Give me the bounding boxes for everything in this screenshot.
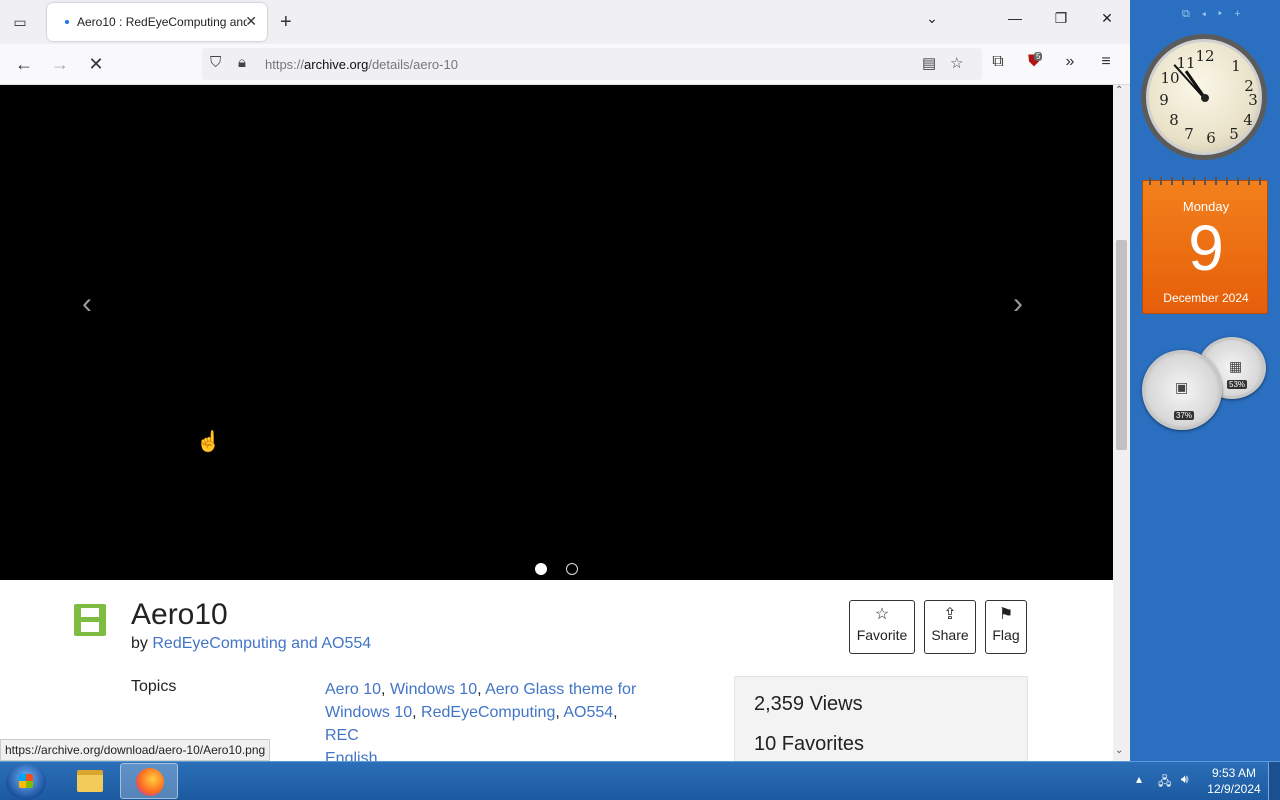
stop-button[interactable]: ✕ xyxy=(84,53,108,77)
author-link[interactable]: RedEyeComputing and AO554 xyxy=(152,635,371,652)
hamburger-menu-icon[interactable]: ≡ xyxy=(1094,53,1118,71)
topics-list: Aero 10, Windows 10, Aero Glass theme fo… xyxy=(325,678,655,761)
calendar-month: December 2024 xyxy=(1163,291,1249,305)
favorite-button[interactable]: ☆ Favorite xyxy=(849,600,915,654)
item-byline: by RedEyeComputing and AO554 xyxy=(131,635,371,653)
vertical-scrollbar[interactable]: ⌃ ⌄ xyxy=(1113,85,1130,761)
taskbar: ▴ 🖧︎ 🔊︎ 9:53 AM 12/9/2024 xyxy=(0,761,1280,800)
back-button[interactable]: ← xyxy=(12,53,36,77)
by-label: by xyxy=(131,635,148,652)
extensions-icon[interactable]: ⧉ xyxy=(986,53,1010,71)
taskbar-firefox[interactable] xyxy=(120,763,178,799)
list-all-tabs-icon[interactable]: ⌄ xyxy=(920,10,944,27)
reader-view-icon[interactable]: ▤ xyxy=(922,54,936,72)
extension-badge: 5 xyxy=(1034,52,1043,61)
flag-icon: ⚑ xyxy=(998,606,1014,623)
tray-date: 12/9/2024 xyxy=(1207,782,1261,796)
gadget-sidebar-controls[interactable]: ⧉◂▸+ xyxy=(1182,8,1253,21)
overflow-menu-icon[interactable]: » xyxy=(1058,53,1082,71)
calendar-date: 9 xyxy=(1188,212,1224,284)
scroll-up-icon[interactable]: ⌃ xyxy=(1115,85,1123,96)
browser-window: ▭ Aero10 : RedEyeComputing and AO554 ✕ +… xyxy=(0,0,1130,761)
tray-overflow-icon[interactable]: ▴ xyxy=(1136,772,1142,786)
scroll-thumb[interactable] xyxy=(1116,240,1127,450)
cpu-meter[interactable]: ▣ 37% xyxy=(1142,350,1222,430)
taskbar-explorer[interactable] xyxy=(60,763,118,799)
tray-time: 9:53 AM xyxy=(1211,766,1257,780)
scroll-down-icon[interactable]: ⌄ xyxy=(1115,745,1123,756)
star-icon: ☆ xyxy=(874,606,890,623)
software-icon xyxy=(74,604,106,636)
firefox-icon xyxy=(136,768,164,796)
hand-cursor-icon: ☝ xyxy=(196,431,221,453)
stats-panel: 2,359 Views 10 Favorites xyxy=(734,676,1028,761)
cpu-chip-icon: ▣ xyxy=(1175,379,1189,395)
memory-percent: 53% xyxy=(1227,380,1248,389)
status-link-preview: https://archive.org/download/aero-10/Aer… xyxy=(0,739,271,761)
topic-link[interactable]: AO554 xyxy=(563,704,613,721)
cpu-percent: 37% xyxy=(1174,411,1195,420)
carousel-dot-1[interactable] xyxy=(535,563,547,575)
loading-dot-icon xyxy=(65,20,69,24)
forward-button[interactable]: → xyxy=(48,53,72,77)
close-tab-icon[interactable]: ✕ xyxy=(245,13,257,30)
bookmark-star-icon[interactable]: ☆ xyxy=(950,54,963,72)
show-desktop-button[interactable] xyxy=(1268,762,1280,800)
topic-link[interactable]: RedEyeComputing xyxy=(421,704,555,721)
url-bar[interactable]: ⛉ 🔒︎ https://archive.org/details/aero-10… xyxy=(202,48,982,80)
item-title: Aero10 xyxy=(131,598,228,631)
carousel-dot-2[interactable] xyxy=(566,563,578,575)
tab-list-icon[interactable]: ▭ xyxy=(8,10,32,34)
flag-button[interactable]: ⚑ Flag xyxy=(985,600,1027,654)
memory-chip-icon: ▦ xyxy=(1229,358,1243,374)
share-button[interactable]: ⇪ Share xyxy=(924,600,976,654)
flag-label: Flag xyxy=(992,627,1020,643)
tray-clock[interactable]: 9:53 AM 12/9/2024 xyxy=(1204,765,1264,797)
tab-bar: ▭ Aero10 : RedEyeComputing and AO554 ✕ +… xyxy=(0,0,1130,44)
shield-icon[interactable]: ⛉ xyxy=(210,54,221,71)
views-count: 2,359 Views xyxy=(754,693,863,715)
close-window-button[interactable]: ✕ xyxy=(1095,10,1119,27)
share-icon: ⇪ xyxy=(943,606,957,623)
navigation-bar: ← → ✕ ⛉ 🔒︎ https://archive.org/details/a… xyxy=(0,44,1130,85)
new-tab-button[interactable]: + xyxy=(280,10,292,34)
share-label: Share xyxy=(931,627,969,643)
topic-link[interactable]: REC xyxy=(325,727,359,744)
carousel-prev-icon[interactable]: ‹ xyxy=(82,287,92,321)
lock-icon[interactable]: 🔒︎ xyxy=(238,54,246,71)
tab-active[interactable]: Aero10 : RedEyeComputing and AO554 ✕ xyxy=(47,3,267,41)
topic-link[interactable]: Windows 10 xyxy=(390,681,477,698)
network-icon[interactable]: 🖧︎ xyxy=(1158,772,1171,793)
topic-link[interactable]: Aero 10 xyxy=(325,681,381,698)
page-content: ‹ › Aero10 by RedEyeComputing and AO554 … xyxy=(0,85,1113,761)
tab-title: Aero10 : RedEyeComputing and AO554 xyxy=(77,15,247,29)
favorites-count: 10 Favorites xyxy=(754,733,865,755)
start-button[interactable] xyxy=(6,764,46,800)
carousel-next-icon[interactable]: › xyxy=(1013,287,1023,321)
maximize-button[interactable]: ❐ xyxy=(1049,10,1073,27)
topics-label: Topics xyxy=(131,678,177,695)
calendar-gadget[interactable]: Monday 9 December 2024 xyxy=(1142,177,1269,314)
media-viewer[interactable]: ‹ › xyxy=(0,85,1113,580)
favorite-label: Favorite xyxy=(856,627,908,643)
volume-icon[interactable]: 🔊︎ xyxy=(1181,772,1189,787)
language-link[interactable]: English xyxy=(325,750,377,761)
carousel-dots xyxy=(535,563,578,575)
minimize-button[interactable]: — xyxy=(1003,10,1027,26)
clock-gadget[interactable]: 12 1 2 3 4 5 6 7 8 9 10 11 xyxy=(1141,34,1267,160)
folder-icon xyxy=(77,770,103,792)
url-text[interactable]: https://archive.org/details/aero-10 xyxy=(265,57,458,72)
